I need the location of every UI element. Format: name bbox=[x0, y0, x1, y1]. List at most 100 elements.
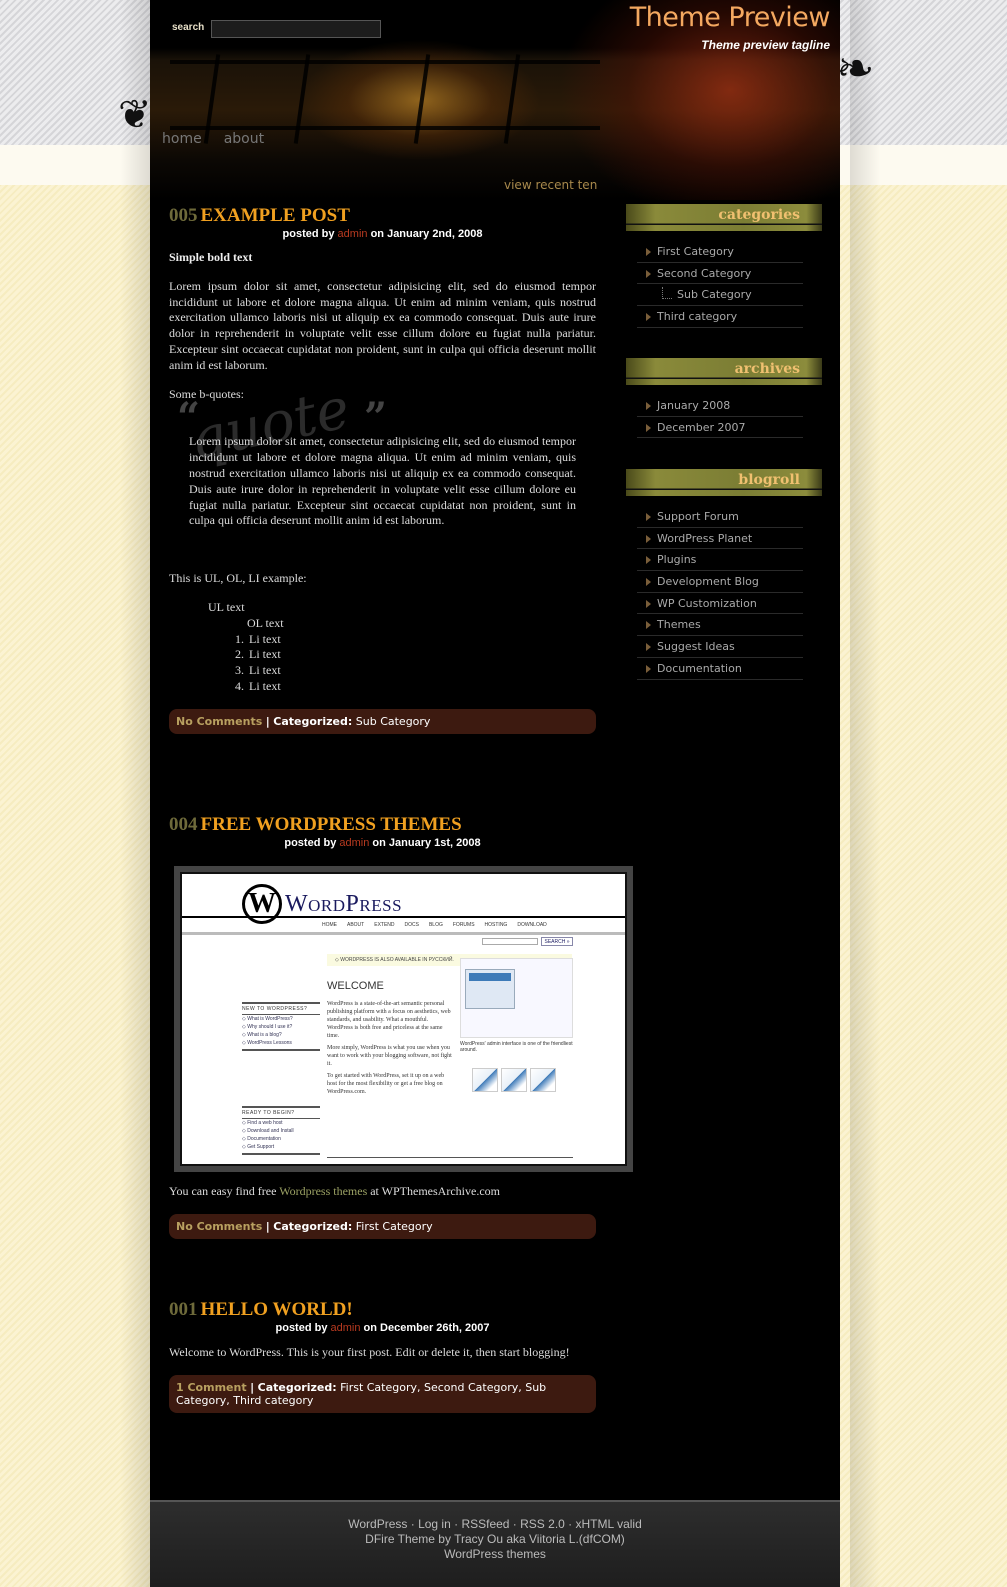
post-text: You can easy find free bbox=[169, 1184, 277, 1198]
sidebar-item-plugins: Plugins bbox=[637, 549, 803, 572]
post: 005 EXAMPLE POST posted by admin on Janu… bbox=[169, 205, 596, 734]
post-entry: Simple bold text Lorem ipsum dolor sit a… bbox=[169, 250, 596, 587]
post-title-link[interactable]: EXAMPLE POST bbox=[201, 205, 350, 227]
author-link[interactable]: admin bbox=[331, 1322, 361, 1334]
header-banner-image bbox=[170, 54, 600, 144]
author-link[interactable]: admin bbox=[339, 837, 369, 849]
post-paragraph: Lorem ipsum dolor sit amet, consectetur … bbox=[169, 278, 596, 372]
arrow-right-icon bbox=[646, 248, 651, 256]
list-example: UL text OL text Li text Li text Li text … bbox=[169, 600, 596, 695]
sidebar-item-first-category: First Category bbox=[637, 241, 803, 263]
sidebar-item-development-blog: Development Blog bbox=[637, 571, 803, 593]
sidebar-item-december-2007: December 2007 bbox=[637, 417, 803, 439]
arrow-right-icon bbox=[646, 664, 651, 673]
post-number: 001 bbox=[169, 1299, 198, 1320]
close-quote-icon: ” bbox=[364, 394, 388, 442]
footer-link-rssfeed[interactable]: RSSfeed bbox=[461, 1517, 509, 1531]
list-item: Li text bbox=[247, 647, 596, 663]
post-title-link[interactable]: HELLO WORLD! bbox=[201, 1299, 353, 1321]
post-date: on December 26th, 2007 bbox=[363, 1322, 490, 1334]
comments-link[interactable]: 1 Comment bbox=[176, 1381, 247, 1394]
footer-link-rss2[interactable]: RSS 2.0 bbox=[520, 1517, 565, 1531]
nav-home[interactable]: home bbox=[162, 131, 202, 147]
sidebar-item-suggest-ideas: Suggest Ideas bbox=[637, 636, 803, 658]
widget-title-blogroll: blogroll bbox=[626, 469, 822, 496]
comments-link[interactable]: No Comments bbox=[176, 1220, 262, 1233]
blockquote-text: Lorem ipsum dolor sit amet, consectetur … bbox=[189, 434, 576, 528]
sidebar-item-wp-customization: WP Customization bbox=[637, 593, 803, 615]
footer-credit: DFire Theme by Tracy Ou aka Viitoria L.(… bbox=[150, 1532, 840, 1547]
sidebar-item-january-2008: January 2008 bbox=[637, 395, 803, 417]
categorized-label: Categorized: bbox=[273, 1219, 353, 1233]
view-recent-ten-link[interactable]: view recent ten bbox=[504, 178, 597, 192]
screenshot-nav: HOME ABOUT EXTEND DOCS BLOG FORUMS HOSTI… bbox=[322, 922, 547, 928]
posted-by-label: posted by bbox=[275, 1322, 328, 1334]
tree-branch-icon bbox=[662, 287, 672, 300]
post-title-link[interactable]: FREE WORDPRESS THEMES bbox=[201, 814, 462, 836]
categories-list: First Category Second Category Sub Categ… bbox=[637, 241, 803, 328]
categorized-label: Categorized: bbox=[273, 714, 353, 728]
posted-by-label: posted by bbox=[282, 228, 335, 240]
post-date: on January 2nd, 2008 bbox=[370, 228, 483, 240]
main-nav: home about bbox=[162, 131, 264, 147]
post-entry: Welcome to WordPress. This is your first… bbox=[169, 1345, 596, 1361]
footer-link-xhtml-valid[interactable]: xHTML valid bbox=[576, 1517, 642, 1531]
footer-credit-link[interactable]: DFire Theme by Tracy Ou aka Viitoria L.(… bbox=[365, 1532, 625, 1546]
arrow-right-icon bbox=[646, 534, 651, 543]
list-intro: This is UL, OL, LI example: bbox=[169, 571, 307, 586]
wordpress-screenshot-image: W WordPress HOME ABOUT EXTEND DOCS BLOG … bbox=[174, 866, 633, 1172]
site-tagline: Theme preview tagline bbox=[701, 38, 830, 52]
widget-title-archives: archives bbox=[626, 358, 822, 385]
bold-text: Simple bold text bbox=[169, 250, 253, 264]
page-container: search Theme Preview Theme preview tagli… bbox=[150, 0, 840, 1587]
sidebar-item-documentation: Documentation bbox=[637, 658, 803, 680]
arrow-right-icon bbox=[646, 556, 651, 565]
footer-link-wordpress[interactable]: WordPress bbox=[348, 1517, 407, 1531]
separator: | bbox=[250, 1380, 255, 1394]
sidebar-item-support-forum: Support Forum bbox=[637, 506, 803, 528]
arrow-right-icon bbox=[646, 578, 651, 587]
post-meta: posted by admin on January 2nd, 2008 bbox=[169, 228, 596, 240]
category-link[interactable]: Sub Category bbox=[356, 715, 431, 728]
nav-about[interactable]: about bbox=[224, 131, 264, 147]
categorized-label: Categorized: bbox=[257, 1380, 337, 1394]
footer-link-login[interactable]: Log in bbox=[418, 1517, 451, 1531]
post-title: 005 EXAMPLE POST bbox=[169, 205, 596, 227]
post-text: at WPThemesArchive.com bbox=[370, 1184, 500, 1198]
page-shadow-right bbox=[850, 0, 880, 1587]
category-link[interactable]: First Category bbox=[356, 1220, 433, 1233]
sidebar-item-second-category: Second Category bbox=[637, 263, 803, 285]
post-title: 004 FREE WORDPRESS THEMES bbox=[169, 814, 596, 836]
post-meta: posted by admin on December 26th, 2007 bbox=[169, 1322, 596, 1334]
arrow-right-icon bbox=[646, 513, 651, 521]
wordpress-themes-link[interactable]: Wordpress themes bbox=[279, 1184, 367, 1198]
ul-text: UL text bbox=[208, 599, 245, 614]
leaf-ornament-right-icon: ❧ bbox=[836, 41, 875, 95]
post-date: on January 1st, 2008 bbox=[372, 837, 481, 849]
sidebar-item-wordpress-planet: WordPress Planet bbox=[637, 528, 803, 550]
site-footer: WordPress · Log in · RSSfeed · RSS 2.0 ·… bbox=[150, 1500, 840, 1587]
arrow-right-icon bbox=[646, 313, 651, 322]
post-meta: posted by admin on January 1st, 2008 bbox=[169, 837, 596, 849]
open-quote-icon: “ bbox=[177, 394, 201, 442]
search-input[interactable] bbox=[211, 20, 381, 38]
site-title[interactable]: Theme Preview bbox=[610, 2, 831, 33]
sidebar-item-sub-category: Sub Category bbox=[637, 284, 803, 307]
sidebar-item-themes: Themes bbox=[637, 614, 803, 637]
post-footer: 1 Comment | Categorized: First Category,… bbox=[169, 1374, 596, 1413]
arrow-right-icon bbox=[646, 402, 651, 410]
ol-text: OL text bbox=[247, 615, 284, 630]
post-title: 001 HELLO WORLD! bbox=[169, 1299, 596, 1321]
post-footer: No Comments | Categorized: First Categor… bbox=[169, 1213, 596, 1239]
page-shadow-left bbox=[120, 0, 150, 1587]
arrow-right-icon bbox=[646, 599, 651, 608]
arrow-right-icon bbox=[646, 269, 651, 278]
separator: | bbox=[265, 714, 270, 728]
author-link[interactable]: admin bbox=[338, 228, 368, 240]
post-footer: No Comments | Categorized: Sub Category bbox=[169, 708, 596, 734]
footer-themes-link[interactable]: WordPress themes bbox=[444, 1547, 546, 1561]
comments-link[interactable]: No Comments bbox=[176, 715, 262, 728]
wordpress-logo: W WordPress bbox=[242, 884, 402, 924]
sidebar-item-third-category: Third category bbox=[637, 306, 803, 328]
search-label: search bbox=[172, 22, 205, 33]
